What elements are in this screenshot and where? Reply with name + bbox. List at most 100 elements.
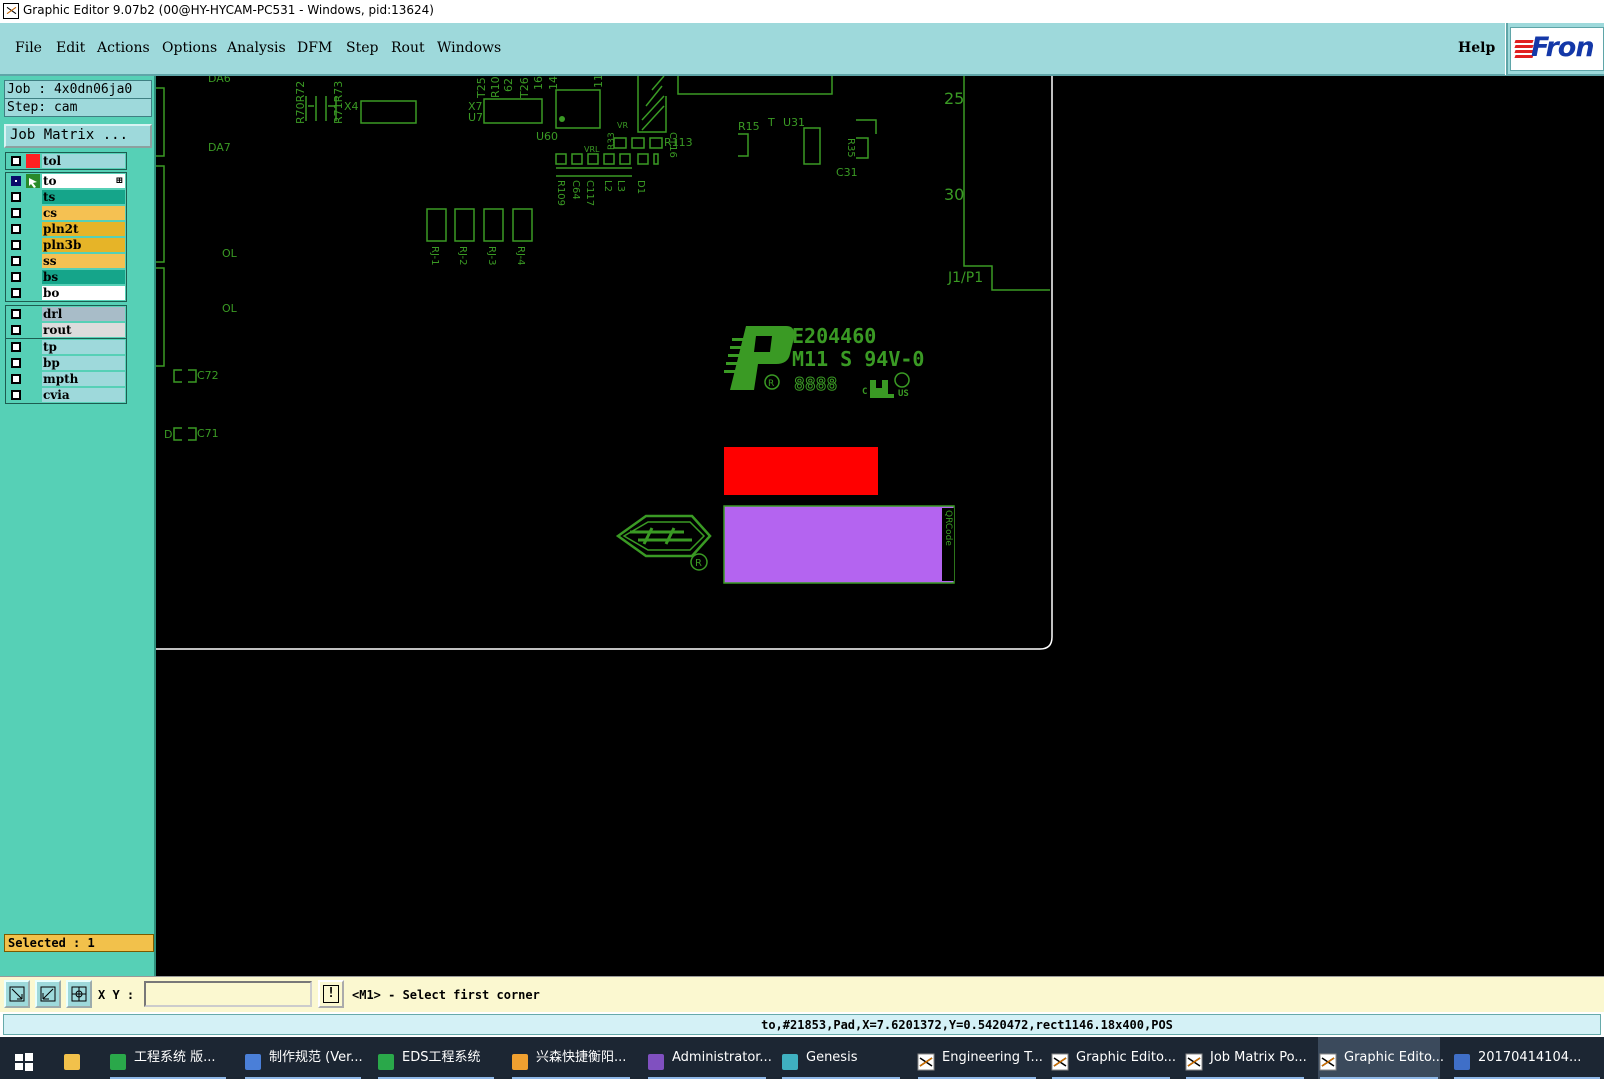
xy-input[interactable] bbox=[144, 981, 312, 1007]
taskbar-item[interactable]: Graphic Edito... bbox=[1050, 1037, 1176, 1079]
layer-checkbox[interactable] bbox=[11, 272, 21, 282]
layer-row-pln3b[interactable]: pln3b bbox=[6, 237, 126, 253]
layer-name[interactable]: ts bbox=[42, 190, 125, 204]
layer-row-bs[interactable]: bs bbox=[6, 269, 126, 285]
menu-analysis[interactable]: Analysis bbox=[227, 40, 286, 56]
label-rj1: RJ-1 bbox=[429, 246, 440, 266]
start-button[interactable] bbox=[14, 1037, 44, 1079]
label-vrl: VRL bbox=[584, 145, 600, 154]
layer-name[interactable]: drl bbox=[42, 307, 125, 321]
taskbar-item-label: 制作规范 (Ver... bbox=[269, 1050, 363, 1065]
menu-actions[interactable]: Actions bbox=[97, 40, 150, 56]
layer-name[interactable]: cvia bbox=[42, 388, 125, 402]
layer-row-bo[interactable]: bo bbox=[6, 285, 126, 301]
layer-name[interactable]: cs bbox=[42, 206, 125, 220]
job-matrix-button[interactable]: Job Matrix ... bbox=[4, 124, 152, 148]
menu-options[interactable]: Options bbox=[162, 40, 217, 56]
graphic-canvas[interactable]: DA6 DA7 OL OL C72 D C71 R70R72 R71R73 X4… bbox=[156, 76, 1604, 976]
layer-name[interactable]: pln2t bbox=[42, 222, 125, 236]
rj1-pad bbox=[426, 208, 447, 242]
r35-footprint bbox=[856, 119, 877, 159]
layer-name[interactable]: tol bbox=[42, 154, 125, 168]
taskbar-item[interactable] bbox=[62, 1037, 92, 1079]
layer-checkbox[interactable] bbox=[11, 390, 21, 400]
label-da6: DA6 bbox=[208, 76, 231, 85]
layer-row-mpth[interactable]: mpth bbox=[6, 371, 126, 387]
layer-row-bp[interactable]: bp bbox=[6, 355, 126, 371]
layer-name[interactable]: bs bbox=[42, 270, 125, 284]
layer-row-drl[interactable]: drl bbox=[6, 306, 126, 322]
taskbar-item-label: EDS工程系统 bbox=[402, 1050, 481, 1065]
layer-group: tp bp mpth cvia bbox=[5, 338, 127, 404]
layer-checkbox[interactable] bbox=[11, 208, 21, 218]
r33-pads bbox=[613, 137, 663, 149]
ul-date-code: 8888 bbox=[794, 374, 837, 395]
menu-rout[interactable]: Rout bbox=[391, 40, 425, 56]
exclamation-icon: ! bbox=[323, 985, 339, 1003]
menu-edit[interactable]: Edit bbox=[56, 40, 85, 56]
company-logo-r: R bbox=[695, 558, 702, 569]
layer-checkbox[interactable] bbox=[11, 309, 21, 319]
layer-row-rout[interactable]: rout bbox=[6, 322, 126, 338]
measure-icon bbox=[40, 986, 56, 1002]
zoom-area-button[interactable] bbox=[4, 980, 30, 1008]
layer-checkbox[interactable] bbox=[11, 256, 21, 266]
taskbar-item[interactable]: Administrator... bbox=[646, 1037, 772, 1079]
taskbar-item[interactable]: 20170414104... bbox=[1452, 1037, 1602, 1079]
layer-name[interactable]: tp bbox=[42, 340, 125, 354]
message-button[interactable]: ! bbox=[318, 980, 344, 1008]
layer-checkbox[interactable] bbox=[11, 156, 21, 166]
grid-snap-button[interactable] bbox=[66, 980, 92, 1008]
taskbar-item[interactable]: EDS工程系统 bbox=[376, 1037, 496, 1079]
left-bracket-2 bbox=[156, 165, 165, 263]
layer-checkbox[interactable] bbox=[11, 325, 21, 335]
pads-row-2 bbox=[556, 167, 632, 177]
taskbar-item[interactable]: Graphic Edito... bbox=[1318, 1037, 1444, 1079]
layer-checkbox[interactable] bbox=[11, 224, 21, 234]
label-d1: D1 bbox=[635, 180, 646, 194]
measure-button[interactable] bbox=[35, 980, 61, 1008]
layer-color-swatch bbox=[26, 154, 40, 168]
label-ol-1: OL bbox=[222, 247, 238, 260]
menu-file[interactable]: File bbox=[15, 40, 42, 56]
menu-dfm[interactable]: DFM bbox=[297, 40, 332, 56]
layer-checkbox[interactable] bbox=[11, 288, 21, 298]
label-u60: U60 bbox=[536, 130, 558, 143]
layer-checkbox[interactable] bbox=[11, 342, 21, 352]
layer-row-tol[interactable]: tol bbox=[6, 153, 126, 169]
command-prompt: <M1> - Select first corner bbox=[352, 988, 540, 1002]
layer-checkbox[interactable] bbox=[11, 192, 21, 202]
layer-row-pln2t[interactable]: pln2t bbox=[6, 221, 126, 237]
layer-row-ts[interactable]: ts bbox=[6, 189, 126, 205]
taskbar-item-label: 20170414104... bbox=[1478, 1050, 1582, 1065]
taskbar-item[interactable]: Job Matrix Po... bbox=[1184, 1037, 1307, 1079]
taskbar-item[interactable]: Engineering T... bbox=[916, 1037, 1043, 1079]
layer-checkbox[interactable] bbox=[11, 176, 21, 186]
layer-name[interactable]: pln3b bbox=[42, 238, 125, 252]
layer-row-cvia[interactable]: cvia bbox=[6, 387, 126, 403]
layer-name[interactable]: mpth bbox=[42, 372, 125, 386]
layer-row-to[interactable]: to ⊞ bbox=[6, 173, 126, 189]
layer-name[interactable]: rout bbox=[42, 323, 125, 337]
ul-rating: M11 S 94V-0 bbox=[792, 347, 924, 371]
menu-windows[interactable]: Windows bbox=[437, 40, 501, 56]
layer-name[interactable]: to ⊞ bbox=[42, 174, 125, 188]
menu-help[interactable]: Help bbox=[1458, 40, 1495, 56]
menu-step[interactable]: Step bbox=[346, 40, 378, 56]
taskbar-item[interactable]: 制作规范 (Ver... bbox=[243, 1037, 363, 1079]
layer-name[interactable]: bo bbox=[42, 286, 125, 300]
zoom-area-icon bbox=[9, 986, 25, 1002]
layer-row-tp[interactable]: tp bbox=[6, 339, 126, 355]
layer-row-ss[interactable]: ss bbox=[6, 253, 126, 269]
layer-checkbox[interactable] bbox=[11, 240, 21, 250]
taskbar-item[interactable]: 工程系统 版... bbox=[108, 1037, 228, 1079]
taskbar-item[interactable]: Genesis bbox=[780, 1037, 902, 1079]
taskbar-item[interactable]: 兴森快捷衡阳... bbox=[510, 1037, 632, 1079]
active-layer-arrow-icon bbox=[26, 174, 40, 188]
layer-name[interactable]: bp bbox=[42, 356, 125, 370]
layer-name[interactable]: ss bbox=[42, 254, 125, 268]
layer-row-cs[interactable]: cs bbox=[6, 205, 126, 221]
menu-bar: File Edit Actions Options Analysis DFM S… bbox=[0, 22, 1604, 76]
layer-checkbox[interactable] bbox=[11, 358, 21, 368]
layer-checkbox[interactable] bbox=[11, 374, 21, 384]
